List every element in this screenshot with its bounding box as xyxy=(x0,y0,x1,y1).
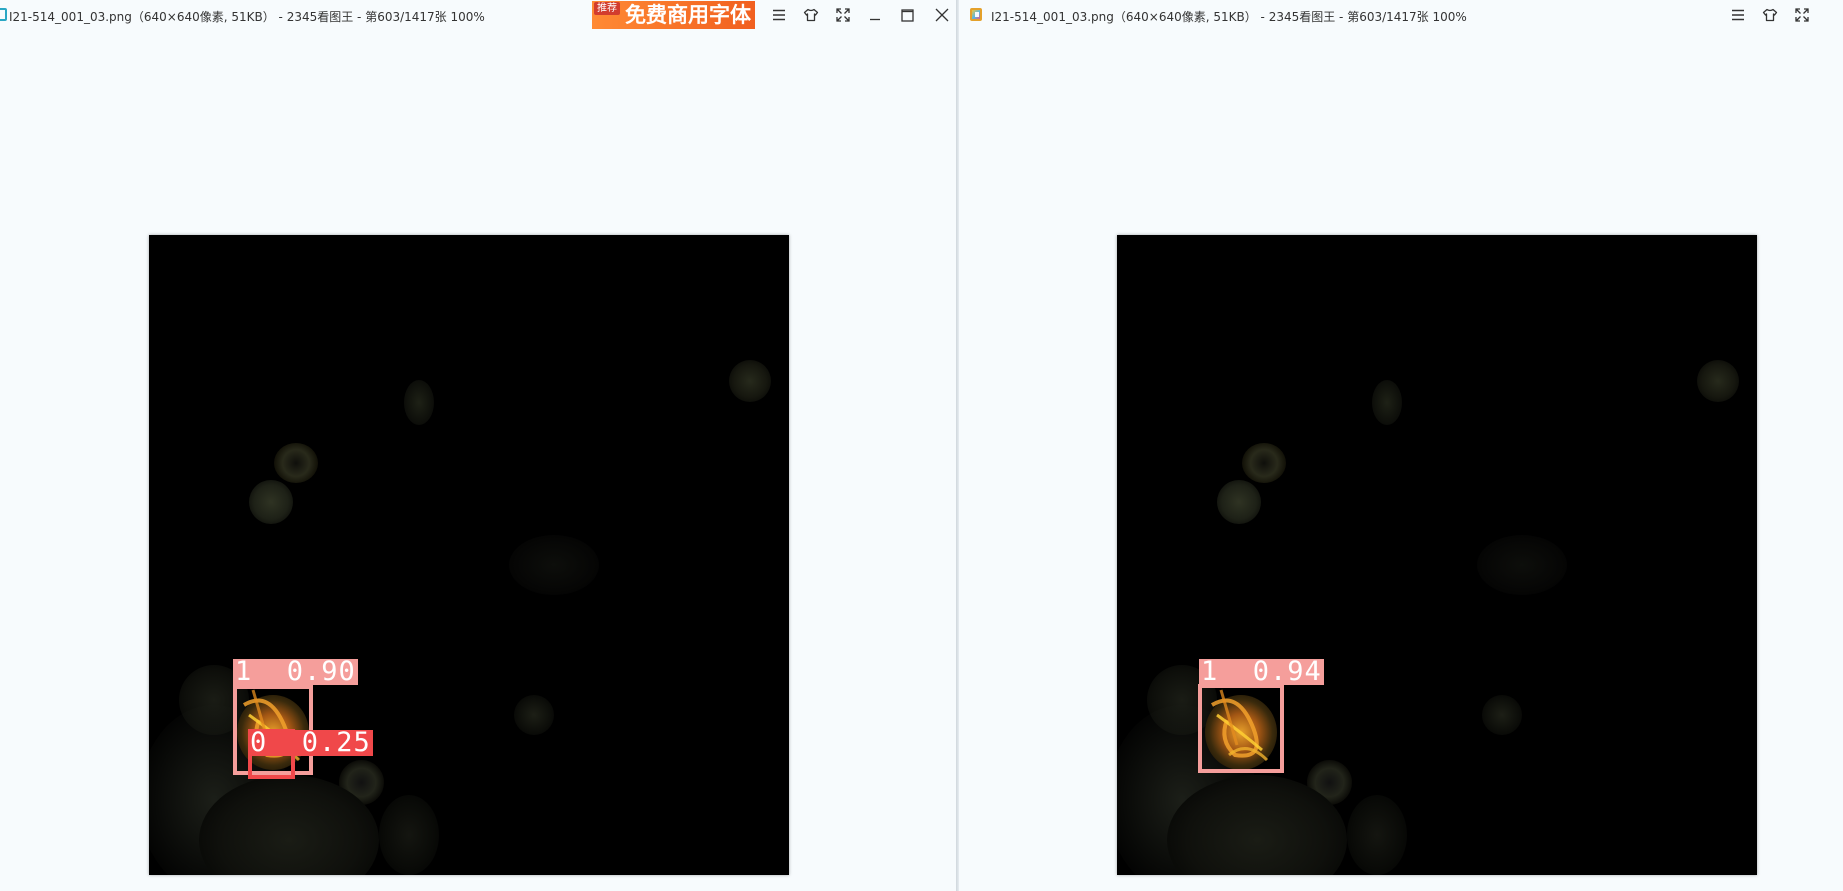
detection-label-class-1: 1 0.90 xyxy=(233,656,358,687)
window-title: I21-514_001_03.png（640×640像素, 51KB） - 23… xyxy=(991,10,1467,24)
detection-image: 1 0.90 0 0.25 xyxy=(149,235,789,875)
bounding-box-class-1 xyxy=(1198,684,1284,773)
skin-icon[interactable] xyxy=(1755,0,1785,30)
menu-icon[interactable] xyxy=(764,0,794,30)
minimize-icon[interactable] xyxy=(860,0,890,30)
detection-label-class-1: 1 0.94 xyxy=(1199,656,1324,687)
cell-detail xyxy=(242,689,301,762)
app-icon xyxy=(970,8,982,21)
skin-icon[interactable] xyxy=(796,0,826,30)
ad-tag: 推荐 xyxy=(594,2,620,15)
ad-text: 免费商用字体 xyxy=(625,3,751,27)
maximize-icon[interactable] xyxy=(892,0,922,30)
fullscreen-icon[interactable] xyxy=(828,0,858,30)
detection-label-class-0: 0 0.25 xyxy=(248,727,373,758)
left-viewer-window: I21-514_001_03.png（640×640像素, 51KB） - 23… xyxy=(0,0,957,891)
ad-banner[interactable]: 推荐 免费商用字体 xyxy=(592,1,755,29)
fullscreen-icon[interactable] xyxy=(1787,0,1817,30)
window-title: I21-514_001_03.png（640×640像素, 51KB） - 23… xyxy=(9,10,485,24)
app-icon xyxy=(0,8,7,21)
left-title-bar[interactable]: I21-514_001_03.png（640×640像素, 51KB） - 23… xyxy=(0,0,957,30)
close-icon[interactable] xyxy=(927,0,957,30)
menu-icon[interactable] xyxy=(1723,0,1753,30)
right-viewer-window: I21-514_001_03.png（640×640像素, 51KB） - 23… xyxy=(959,0,1843,891)
detection-image: 1 0.94 xyxy=(1117,235,1757,875)
cell-detail xyxy=(1210,689,1269,762)
right-title-bar[interactable]: I21-514_001_03.png（640×640像素, 51KB） - 23… xyxy=(959,0,1843,30)
